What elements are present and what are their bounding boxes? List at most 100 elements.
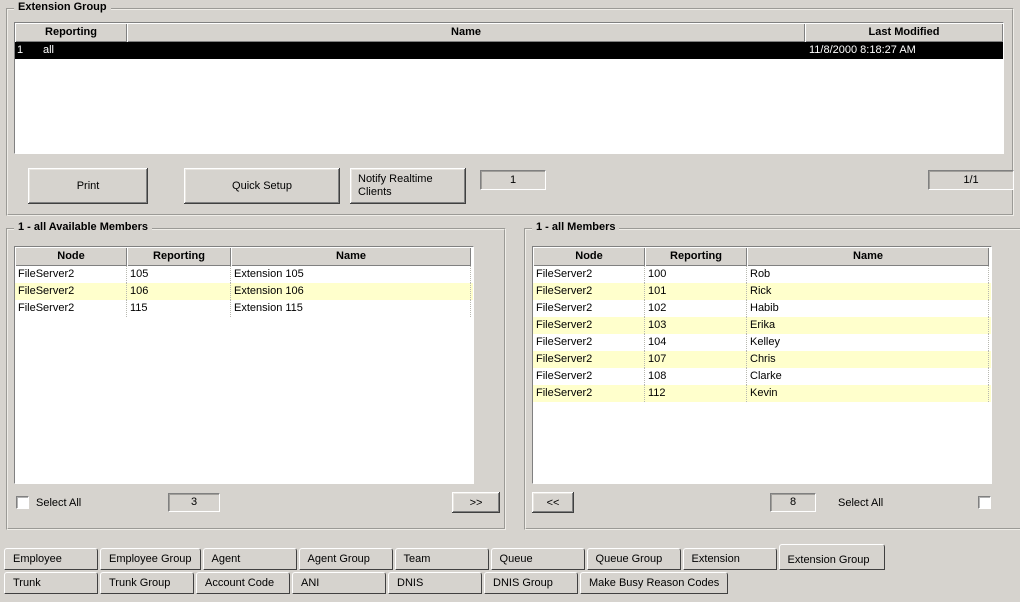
print-button[interactable]: Print [28, 168, 148, 204]
table-cell: 104 [645, 334, 747, 351]
members-table: Node Reporting Name FileServer2 100 Rob FileS… [532, 246, 992, 484]
column-header-last-modified[interactable]: Last Modified [805, 23, 1003, 42]
table-cell: Rob [747, 266, 989, 283]
column-header-node[interactable]: Node [15, 247, 127, 266]
column-header-name[interactable]: Name [231, 247, 471, 266]
table-row[interactable]: FileServer2 106 Extension 106 [15, 283, 473, 300]
column-header-reporting[interactable]: Reporting [127, 247, 231, 266]
tab-make-busy-reason-codes[interactable]: Make Busy Reason Codes [580, 572, 729, 594]
tab-queue-group[interactable]: Queue Group [586, 548, 681, 570]
column-header-reporting[interactable]: Reporting [15, 23, 127, 42]
tab-agent[interactable]: Agent [202, 548, 297, 570]
app-window: Extension Group Reporting Name Last Modifi… [0, 0, 1020, 602]
category-tabs: Employee Employee Group Agent Agent Group Te… [4, 544, 1018, 599]
table-cell: 101 [645, 283, 747, 300]
tab-employee-group[interactable]: Employee Group [100, 548, 201, 570]
tab-dnis-group[interactable]: DNIS Group [484, 572, 578, 594]
available-select-all-checkbox[interactable] [16, 496, 29, 509]
tab-trunk-group[interactable]: Trunk Group [100, 572, 194, 594]
table-cell: FileServer2 [533, 317, 645, 334]
extension-group-table: Reporting Name Last Modified 1 all 11/8/2000… [14, 22, 1004, 154]
table-cell: 115 [127, 300, 231, 317]
extension-group-title: Extension Group [14, 1, 111, 13]
table-cell: Chris [747, 351, 989, 368]
table-cell: Extension 105 [231, 266, 471, 283]
tab-extension[interactable]: Extension [682, 548, 777, 570]
table-cell: 112 [645, 385, 747, 402]
table-cell: Extension 115 [231, 300, 471, 317]
column-header-node[interactable]: Node [533, 247, 645, 266]
table-cell: Kevin [747, 385, 989, 402]
selected-extension-group-row[interactable]: 1 all 11/8/2000 8:18:27 AM [15, 42, 1003, 59]
available-members-panel: 1 - all Available Members Node Reporting N… [6, 221, 506, 530]
table-row[interactable]: FileServer2 112 Kevin [533, 385, 991, 402]
table-cell: Kelley [747, 334, 989, 351]
table-cell: FileServer2 [15, 266, 127, 283]
table-cell: FileServer2 [15, 283, 127, 300]
column-header-name[interactable]: Name [747, 247, 989, 266]
table-row[interactable]: FileServer2 100 Rob [533, 266, 991, 283]
table-row[interactable]: FileServer2 102 Habib [533, 300, 991, 317]
table-row[interactable]: FileServer2 105 Extension 105 [15, 266, 473, 283]
tab-ani[interactable]: ANI [292, 572, 386, 594]
tab-team[interactable]: Team [394, 548, 489, 570]
table-cell: Clarke [747, 368, 989, 385]
members-select-all-checkbox[interactable] [978, 496, 991, 509]
table-cell: 11/8/2000 8:18:27 AM [809, 44, 916, 56]
table-row[interactable]: FileServer2 107 Chris [533, 351, 991, 368]
extension-group-table-body: 1 all 11/8/2000 8:18:27 AM [15, 42, 1003, 59]
table-cell: 108 [645, 368, 747, 385]
extension-group-panel: Extension Group Reporting Name Last Modifi… [6, 1, 1014, 216]
extension-group-table-header: Reporting Name Last Modified [15, 23, 1003, 42]
tab-employee[interactable]: Employee [4, 548, 98, 570]
members-title: 1 - all Members [532, 221, 620, 233]
table-cell: 103 [645, 317, 747, 334]
table-cell: FileServer2 [533, 334, 645, 351]
table-cell: FileServer2 [533, 351, 645, 368]
table-row[interactable]: FileServer2 103 Erika [533, 317, 991, 334]
selected-count-field: 1 [480, 170, 546, 190]
tab-row-2: Trunk Trunk Group Account Code ANI DNIS DNIS … [4, 572, 1018, 599]
tab-agent-group[interactable]: Agent Group [298, 548, 393, 570]
table-cell: 100 [645, 266, 747, 283]
add-members-button[interactable]: >> [452, 492, 500, 513]
table-row[interactable]: FileServer2 101 Rick [533, 283, 991, 300]
available-members-table-body: FileServer2 105 Extension 105 FileServer2 10… [15, 266, 473, 317]
table-cell: Extension 106 [231, 283, 471, 300]
table-cell: 106 [127, 283, 231, 300]
tab-dnis[interactable]: DNIS [388, 572, 482, 594]
table-cell: Erika [747, 317, 989, 334]
table-cell: 1 [17, 44, 24, 56]
table-row[interactable]: FileServer2 104 Kelley [533, 334, 991, 351]
tab-account-code[interactable]: Account Code [196, 572, 290, 594]
page-indicator-field: 1/1 [928, 170, 1014, 190]
available-members-title: 1 - all Available Members [14, 221, 153, 233]
available-select-all-label: Select All [36, 497, 82, 509]
table-cell: FileServer2 [533, 385, 645, 402]
notify-realtime-clients-button[interactable]: Notify Realtime Clients [350, 168, 466, 204]
available-count-field: 3 [168, 493, 220, 512]
members-count-field: 8 [770, 493, 816, 512]
members-table-body: FileServer2 100 Rob FileServer2 101 Rick FileS… [533, 266, 991, 402]
tab-extension-group[interactable]: Extension Group [778, 544, 885, 570]
table-cell: Habib [747, 300, 989, 317]
tab-row-1: Employee Employee Group Agent Agent Group Te… [4, 544, 1018, 571]
members-panel: 1 - all Members Node Reporting Name FileSe… [524, 221, 1020, 530]
table-cell: 107 [645, 351, 747, 368]
table-cell: FileServer2 [533, 300, 645, 317]
available-members-table: Node Reporting Name FileServer2 105 Extensio… [14, 246, 474, 484]
column-header-name[interactable]: Name [127, 23, 805, 42]
column-header-reporting[interactable]: Reporting [645, 247, 747, 266]
table-cell: all [43, 44, 55, 56]
table-cell: Rick [747, 283, 989, 300]
tab-trunk[interactable]: Trunk [4, 572, 98, 594]
available-members-table-header: Node Reporting Name [15, 247, 473, 266]
quick-setup-button[interactable]: Quick Setup [184, 168, 340, 204]
tab-queue[interactable]: Queue [490, 548, 585, 570]
table-row[interactable]: FileServer2 115 Extension 115 [15, 300, 473, 317]
members-select-all-label: Select All [838, 497, 884, 509]
remove-members-button[interactable]: << [532, 492, 574, 513]
table-cell: FileServer2 [533, 266, 645, 283]
table-cell: FileServer2 [15, 300, 127, 317]
table-row[interactable]: FileServer2 108 Clarke [533, 368, 991, 385]
